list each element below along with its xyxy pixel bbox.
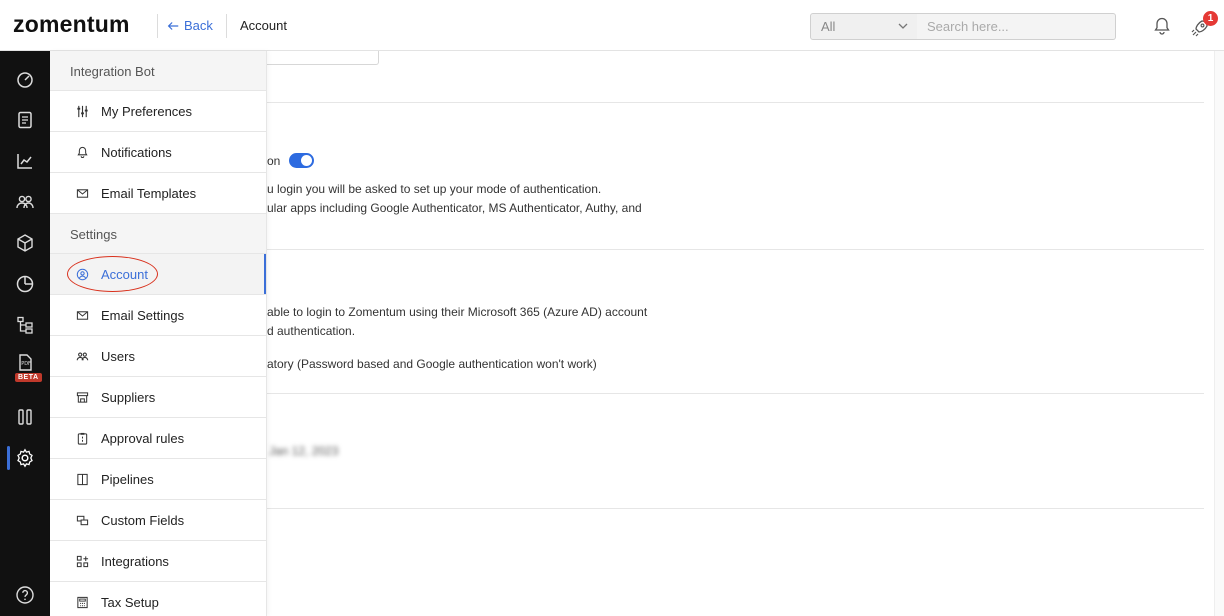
chevron-down-icon xyxy=(898,23,908,29)
sliders-icon xyxy=(77,105,88,117)
breadcrumb: Account xyxy=(240,18,287,33)
calculator-icon xyxy=(77,596,88,608)
chart-icon xyxy=(17,154,32,169)
arrow-left-icon xyxy=(167,21,179,30)
brand-logo[interactable]: zomentum xyxy=(13,11,130,38)
mfa-toggle-label: on xyxy=(267,154,281,168)
bell-icon xyxy=(77,146,88,158)
menu-item-suppliers[interactable]: Suppliers xyxy=(50,377,266,418)
rail-products[interactable] xyxy=(0,223,50,263)
hierarchy-icon xyxy=(17,316,33,334)
mfa-toggle[interactable] xyxy=(289,153,314,168)
rail-settings[interactable] xyxy=(0,438,50,478)
menu-item-label: Tax Setup xyxy=(101,594,159,610)
menu-item-email-templates[interactable]: Email Templates xyxy=(50,173,266,214)
menu-item-label: Pipelines xyxy=(101,471,154,487)
clipboard-icon xyxy=(77,432,88,445)
menu-item-label: My Preferences xyxy=(101,103,193,119)
menu-section-settings: Settings xyxy=(50,214,266,254)
rail-clients[interactable] xyxy=(0,182,50,222)
menu-item-label: Users xyxy=(101,348,135,364)
menu-item-notifications[interactable]: Notifications xyxy=(50,132,266,173)
menu-item-label: Integrations xyxy=(101,553,169,569)
menu-item-label: Email Templates xyxy=(101,185,197,201)
menu-item-account[interactable]: Account xyxy=(50,254,266,295)
notification-count-badge: 1 xyxy=(1203,11,1218,26)
account-settings-content: on u login you will be asked to set up y… xyxy=(267,51,1224,616)
users-icon xyxy=(76,352,89,360)
envelope-icon xyxy=(76,310,89,320)
rail-help[interactable] xyxy=(0,575,50,615)
menu-item-label: Custom Fields xyxy=(101,512,185,528)
settings-menu: Integration Bot My Preferences Notificat… xyxy=(50,51,267,616)
rail-workflows[interactable] xyxy=(0,305,50,345)
annotation-circle xyxy=(67,256,158,292)
back-button[interactable]: Back xyxy=(166,18,213,33)
gear-icon xyxy=(17,448,33,468)
menu-section-integration: Integration Bot xyxy=(50,51,266,91)
rail-pdf[interactable]: PDF BETA xyxy=(0,346,50,386)
menu-item-label: Notifications xyxy=(101,144,172,160)
dashboard-icon xyxy=(17,72,33,88)
menu-item-label: Email Settings xyxy=(101,307,185,323)
azure-description-line1: able to login to Zomentum using their Mi… xyxy=(267,305,648,319)
svg-text:PDF: PDF xyxy=(21,361,31,367)
section-divider xyxy=(267,393,1204,394)
left-icon-rail: PDF BETA xyxy=(0,51,50,616)
rail-dashboard[interactable] xyxy=(0,59,50,99)
azure-option-label: atory (Password based and Google authent… xyxy=(267,357,597,371)
help-icon xyxy=(16,586,34,604)
box-icon xyxy=(17,234,33,252)
blurred-value: Jan 12, 2023 xyxy=(269,444,339,458)
search-input[interactable] xyxy=(917,13,1116,40)
document-icon xyxy=(18,111,32,129)
content-scrollbar[interactable] xyxy=(1214,51,1224,616)
menu-item-pipelines[interactable]: Pipelines xyxy=(50,459,266,500)
menu-item-label: Suppliers xyxy=(101,389,156,405)
menu-item-integrations[interactable]: Integrations xyxy=(50,541,266,582)
envelope-icon xyxy=(76,188,89,198)
section-divider xyxy=(267,102,1204,103)
rail-pipelines[interactable] xyxy=(0,397,50,437)
menu-item-tax-setup[interactable]: Tax Setup xyxy=(50,582,266,616)
users-icon xyxy=(16,195,34,209)
menu-item-custom-fields[interactable]: Custom Fields xyxy=(50,500,266,541)
fields-icon xyxy=(76,515,89,525)
mfa-description-line2: ular apps including Google Authenticator… xyxy=(267,201,642,215)
back-label: Back xyxy=(184,18,213,33)
rail-reports[interactable] xyxy=(0,141,50,181)
rail-analytics[interactable] xyxy=(0,264,50,304)
grid-icon xyxy=(76,555,89,567)
search-scope-select[interactable]: All xyxy=(810,13,918,40)
columns-icon xyxy=(77,473,88,485)
section-divider xyxy=(267,249,1204,250)
menu-item-label: Approval rules xyxy=(101,430,185,446)
section-divider xyxy=(267,508,1204,509)
menu-item-email-settings[interactable]: Email Settings xyxy=(50,295,266,336)
azure-description-line2: d authentication. xyxy=(267,324,356,338)
mfa-description-line1: u login you will be asked to set up your… xyxy=(267,182,602,196)
menu-item-my-preferences[interactable]: My Preferences xyxy=(50,91,266,132)
rail-documents[interactable] xyxy=(0,100,50,140)
divider xyxy=(226,14,227,38)
bell-icon[interactable] xyxy=(1152,16,1172,36)
menu-item-users[interactable]: Users xyxy=(50,336,266,377)
pie-icon xyxy=(16,275,34,293)
pdf-icon: PDF xyxy=(19,354,32,371)
divider xyxy=(157,14,158,38)
beta-badge: BETA xyxy=(15,373,42,382)
menu-item-approval-rules[interactable]: Approval rules xyxy=(50,418,266,459)
text-input-stub[interactable] xyxy=(267,51,379,65)
top-header: zomentum Back Account All 1 xyxy=(0,0,1224,51)
store-icon xyxy=(76,391,89,403)
columns-icon xyxy=(18,409,32,425)
search-scope-value: All xyxy=(821,19,836,34)
